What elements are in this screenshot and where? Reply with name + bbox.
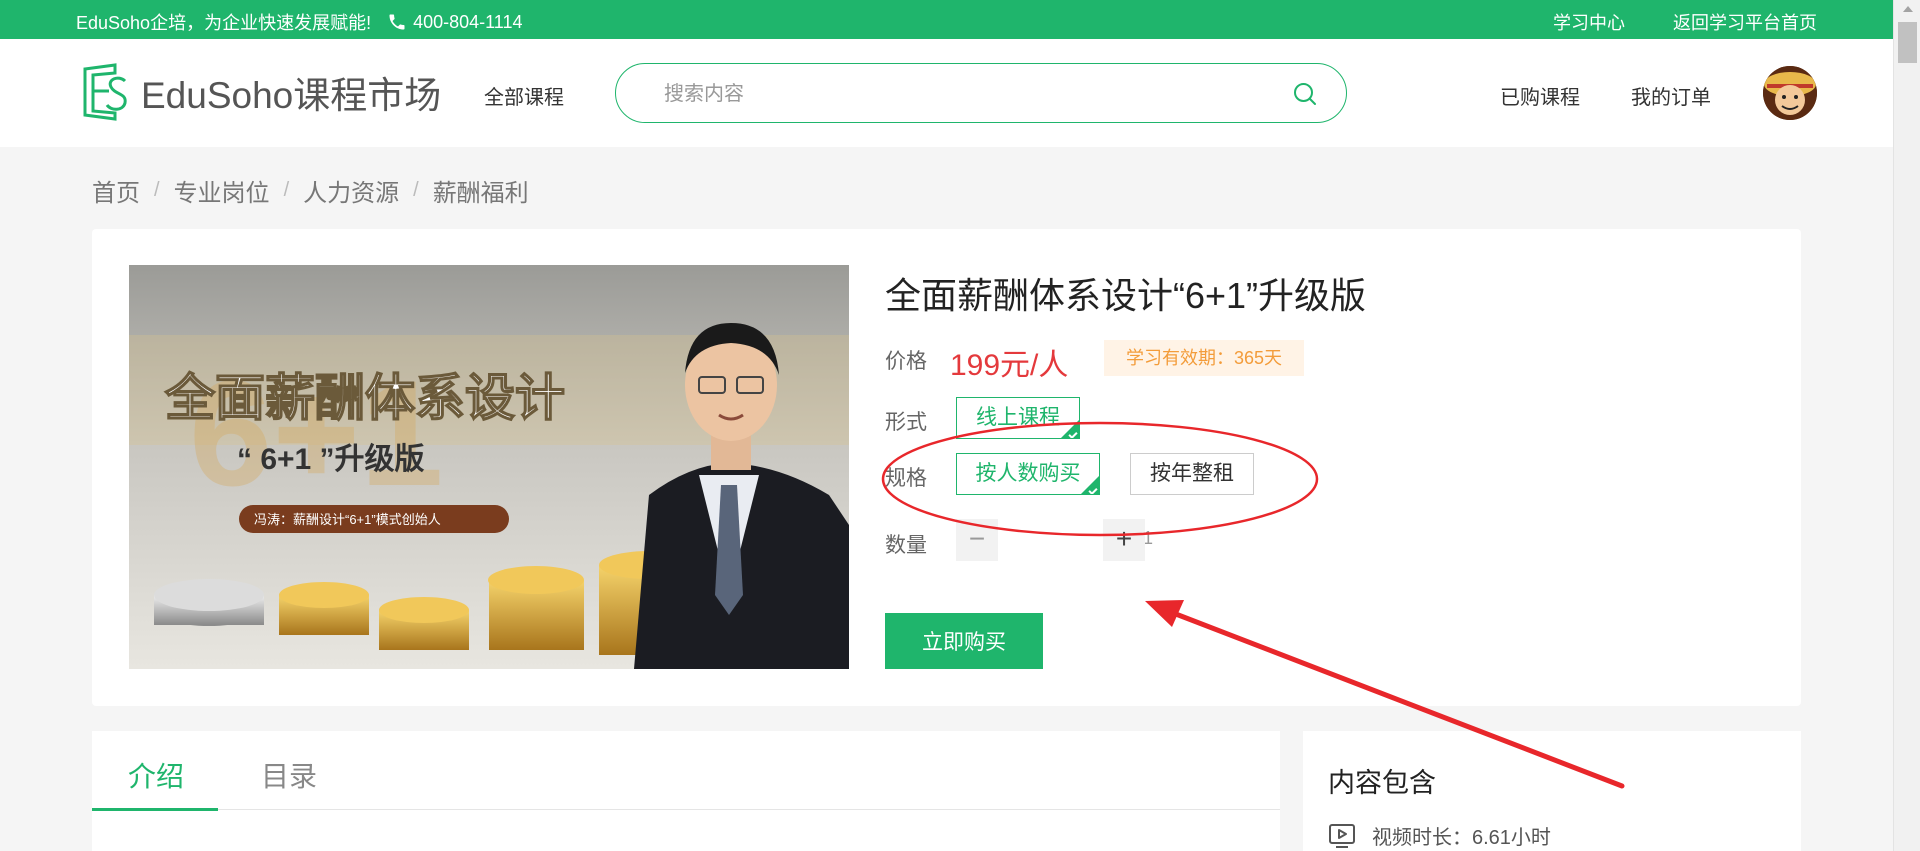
video-duration: 视频时长：6.61小时 [1372,827,1551,849]
breadcrumb-human-resources[interactable]: 人力资源 [303,173,399,208]
avatar-image [1763,66,1817,120]
price-value: 199元/人 [950,349,1069,382]
my-orders-link[interactable]: 我的订单 [1631,81,1711,110]
spec-option-label: 按人数购买 [975,462,1081,485]
breadcrumb-separator: / [154,179,160,201]
course-title: 全面薪酬体系设计“6+1”升级版 [885,275,1367,316]
spec-option-per-person[interactable]: 按人数购买 [956,453,1100,495]
search-input[interactable] [664,78,1264,110]
cover-title-line2: “ 6+1 ”升级版 [237,443,425,476]
price-label: 价格 [885,350,927,373]
spec-option-label: 按年整租 [1150,462,1234,485]
purchased-courses-link[interactable]: 已购课程 [1500,81,1580,110]
tab-active-indicator [92,808,218,811]
cover-artwork: 6+1 全面薪酬体系设计 “ 6+1 ”升级版 冯涛：薪酬设计“6+1”模式创始… [129,265,849,669]
course-cover-image: 6+1 全面薪酬体系设计 “ 6+1 ”升级版 冯涛：薪酬设计“6+1”模式创始… [129,265,849,669]
breadcrumb-professional-position[interactable]: 专业岗位 [174,173,270,208]
cover-tagline: 冯涛：薪酬设计“6+1”模式创始人 [254,512,441,527]
video-duration-row: 视频时长：6.61小时 [1328,821,1551,850]
edusoho-logo-icon [83,63,127,121]
phone-number: 400-804-1114 [413,11,523,32]
form-option-online[interactable]: 线上课程 [956,397,1080,439]
tab-divider [92,809,1280,810]
spec-label: 规格 [885,467,927,490]
tab-intro[interactable]: 介绍 [128,755,184,795]
breadcrumb: 首页 / 专业岗位 / 人力资源 / 薪酬福利 [92,173,529,208]
tab-catalog[interactable]: 目录 [261,755,317,795]
breadcrumb-separator: / [283,179,290,201]
video-icon [1329,823,1355,848]
back-to-platform-link[interactable]: 返回学习平台首页 [1673,9,1817,35]
form-option-label: 线上课程 [976,406,1060,429]
quantity-decrease-button[interactable]: − [956,519,998,561]
phone-icon [389,14,405,30]
breadcrumb-separator: / [413,179,419,201]
all-courses-link[interactable]: 全部课程 [484,81,564,110]
page-scrollbar[interactable] [1893,0,1920,851]
cover-title-line1: 全面薪酬体系设计 [164,370,565,426]
scroll-up-arrow-icon[interactable] [1903,6,1913,12]
scrollbar-thumb[interactable] [1898,22,1917,63]
slogan: EduSoho企培，为企业快速发展赋能! [76,13,372,33]
breadcrumb-compensation: 薪酬福利 [432,180,529,207]
quantity-label: 数量 [885,534,927,557]
validity-badge: 学习有效期：365天 [1104,340,1304,376]
content-includes-title: 内容包含 [1328,768,1436,798]
header: EduSoho课程市场 全部课程 已购课程 我的订单 [0,39,1893,147]
learning-center-link[interactable]: 学习中心 [1553,9,1625,35]
top-bar: EduSoho企培，为企业快速发展赋能! 400-804-1114 学习中心 返… [0,0,1893,39]
phone-contact: 400-804-1114 [387,11,523,33]
form-label: 形式 [885,411,927,434]
breadcrumb-home[interactable]: 首页 [92,173,140,208]
buy-now-button[interactable]: 立即购买 [885,613,1043,669]
logo[interactable]: EduSoho课程市场 [81,63,441,121]
brand-name: EduSoho课程市场 [141,75,442,116]
search-box [615,63,1347,123]
search-icon[interactable] [1292,81,1318,107]
avatar[interactable] [1763,66,1817,120]
top-bar-links: 学习中心 返回学习平台首页 [1505,9,1817,35]
course-tabs-panel: 介绍 目录 [92,731,1280,851]
course-card: 6+1 全面薪酬体系设计 “ 6+1 ”升级版 冯涛：薪酬设计“6+1”模式创始… [92,229,1801,706]
quantity-increase-button[interactable]: + [1103,519,1145,561]
content-includes-panel: 内容包含 视频时长：6.61小时 [1303,731,1801,851]
top-bar-left: EduSoho企培，为企业快速发展赋能! 400-804-1114 [76,9,523,35]
spec-option-yearly[interactable]: 按年整租 [1130,453,1254,495]
